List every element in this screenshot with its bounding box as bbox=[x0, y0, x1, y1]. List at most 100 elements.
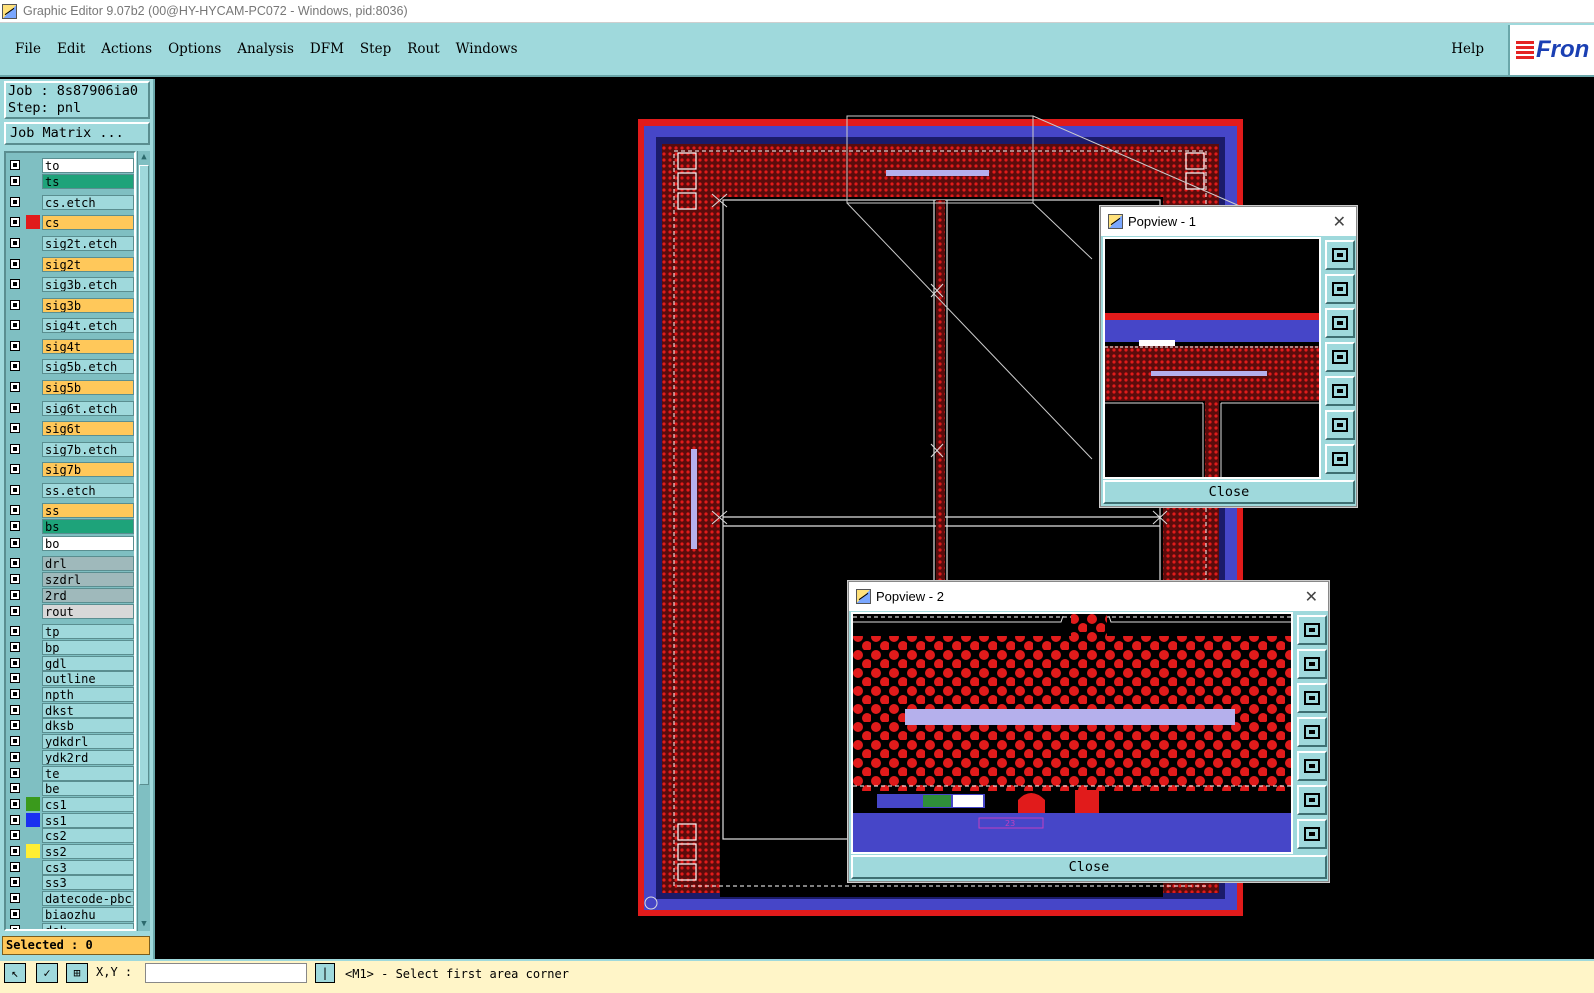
layer-checkbox[interactable] bbox=[10, 925, 20, 929]
layer-color-chip[interactable] bbox=[26, 572, 40, 586]
layer-color-chip[interactable] bbox=[26, 766, 40, 780]
layer-color-chip[interactable] bbox=[26, 401, 40, 415]
layer-checkbox[interactable] bbox=[10, 893, 20, 903]
popview-2-view[interactable]: 23 bbox=[851, 612, 1293, 854]
job-matrix-button[interactable]: Job Matrix ... bbox=[4, 122, 150, 145]
layer-row[interactable]: dkst bbox=[8, 702, 134, 718]
layer-checkbox[interactable] bbox=[10, 197, 20, 207]
layer-name[interactable]: cs.etch bbox=[42, 194, 134, 210]
layer-row[interactable]: ydk2rd bbox=[8, 749, 134, 765]
layer-name[interactable]: biaozhu bbox=[42, 906, 134, 922]
pan-down-icon[interactable] bbox=[1325, 308, 1355, 338]
layer-row[interactable]: sig7b.etch bbox=[8, 441, 134, 457]
layer-row[interactable]: sig4t bbox=[8, 338, 134, 354]
layer-color-chip[interactable] bbox=[26, 860, 40, 874]
layer-name[interactable]: sig6t.etch bbox=[42, 400, 134, 416]
layer-name[interactable]: rout bbox=[42, 603, 134, 619]
close-icon[interactable]: ✕ bbox=[1333, 212, 1346, 232]
layer-name[interactable]: cs bbox=[42, 214, 134, 230]
layer-color-chip[interactable] bbox=[26, 318, 40, 332]
layer-checkbox[interactable] bbox=[10, 505, 20, 515]
layer-checkbox[interactable] bbox=[10, 752, 20, 762]
pan-right-icon[interactable] bbox=[1325, 376, 1355, 406]
layer-checkbox[interactable] bbox=[10, 877, 20, 887]
layer-row[interactable]: drl bbox=[8, 555, 134, 571]
layer-checkbox[interactable] bbox=[10, 768, 20, 778]
layer-checkbox[interactable] bbox=[10, 642, 20, 652]
layer-checkbox[interactable] bbox=[10, 720, 20, 730]
layer-color-chip[interactable] bbox=[26, 257, 40, 271]
layer-checkbox[interactable] bbox=[10, 238, 20, 248]
layer-row[interactable]: cs3 bbox=[8, 859, 134, 875]
layer-color-chip[interactable] bbox=[26, 907, 40, 921]
layer-name[interactable]: to bbox=[42, 157, 134, 173]
layer-checkbox[interactable] bbox=[10, 736, 20, 746]
layer-name[interactable]: szdrl bbox=[42, 571, 134, 587]
pan-left-icon[interactable] bbox=[1297, 717, 1327, 747]
layer-row[interactable]: sig5b.etch bbox=[8, 358, 134, 374]
layer-name[interactable]: sig2t bbox=[42, 256, 134, 272]
layer-name[interactable]: sig3b.etch bbox=[42, 276, 134, 292]
layer-color-chip[interactable] bbox=[26, 781, 40, 795]
layer-color-chip[interactable] bbox=[26, 588, 40, 602]
layer-checkbox[interactable] bbox=[10, 606, 20, 616]
layer-color-chip[interactable] bbox=[26, 519, 40, 533]
layer-name[interactable]: sig3b bbox=[42, 297, 134, 313]
xy-field[interactable] bbox=[145, 963, 307, 983]
popview-1-close-button[interactable]: Close bbox=[1103, 480, 1355, 504]
layer-checkbox[interactable] bbox=[10, 909, 20, 919]
layer-name[interactable]: gdl bbox=[42, 655, 134, 671]
layer-row[interactable]: ss.etch bbox=[8, 482, 134, 498]
layer-name[interactable]: ss3 bbox=[42, 874, 134, 890]
layer-color-chip[interactable] bbox=[26, 195, 40, 209]
layer-row[interactable]: dksb bbox=[8, 717, 134, 733]
layer-name[interactable]: ss.etch bbox=[42, 482, 134, 498]
layer-checkbox[interactable] bbox=[10, 521, 20, 531]
menu-help[interactable]: Help bbox=[1451, 41, 1484, 57]
layer-name[interactable]: cs3 bbox=[42, 859, 134, 875]
check-tool-icon[interactable]: ✓ bbox=[36, 963, 58, 983]
layer-color-chip[interactable] bbox=[26, 503, 40, 517]
zoom-in-icon[interactable] bbox=[1325, 410, 1355, 440]
pan-up-icon[interactable] bbox=[1325, 274, 1355, 304]
layer-row[interactable]: sig5b bbox=[8, 379, 134, 395]
layer-name[interactable]: sig4t bbox=[42, 338, 134, 354]
layer-color-chip[interactable] bbox=[26, 624, 40, 638]
layer-color-chip[interactable] bbox=[26, 813, 40, 827]
layer-row[interactable]: cs bbox=[8, 214, 134, 230]
menu-analysis[interactable]: Analysis bbox=[237, 41, 294, 57]
menu-rout[interactable]: Rout bbox=[407, 41, 439, 57]
layer-color-chip[interactable] bbox=[26, 734, 40, 748]
layer-row[interactable]: sig3b.etch bbox=[8, 276, 134, 292]
scroll-thumb[interactable] bbox=[139, 165, 149, 785]
menu-file[interactable]: File bbox=[15, 41, 41, 57]
layer-color-chip[interactable] bbox=[26, 339, 40, 353]
layer-row[interactable]: ss2 bbox=[8, 843, 134, 859]
layer-checkbox[interactable] bbox=[10, 485, 20, 495]
layer-row[interactable]: be bbox=[8, 780, 134, 796]
pan-down-icon[interactable] bbox=[1297, 683, 1327, 713]
layer-color-chip[interactable] bbox=[26, 483, 40, 497]
layer-color-chip[interactable] bbox=[26, 844, 40, 858]
layer-color-chip[interactable] bbox=[26, 442, 40, 456]
layer-checkbox[interactable] bbox=[10, 279, 20, 289]
layer-name[interactable]: cs1 bbox=[42, 796, 134, 812]
pan-right-icon[interactable] bbox=[1297, 751, 1327, 781]
layer-checkbox[interactable] bbox=[10, 862, 20, 872]
zoom-out-icon[interactable] bbox=[1325, 444, 1355, 474]
pan-left-icon[interactable] bbox=[1325, 342, 1355, 372]
layer-color-chip[interactable] bbox=[26, 891, 40, 905]
layer-checkbox[interactable] bbox=[10, 423, 20, 433]
layer-row[interactable]: te bbox=[8, 765, 134, 781]
layer-color-chip[interactable] bbox=[26, 875, 40, 889]
layer-color-chip[interactable] bbox=[26, 604, 40, 618]
layer-color-chip[interactable] bbox=[26, 215, 40, 229]
layer-color-chip[interactable] bbox=[26, 687, 40, 701]
zoom-in-icon[interactable] bbox=[1297, 785, 1327, 815]
layer-row[interactable]: ts bbox=[8, 173, 134, 189]
layer-name[interactable]: sig5b bbox=[42, 379, 134, 395]
layer-color-chip[interactable] bbox=[26, 556, 40, 570]
layer-row[interactable]: sig4t.etch bbox=[8, 317, 134, 333]
menu-windows[interactable]: Windows bbox=[456, 41, 518, 57]
layer-row[interactable]: ydkdrl bbox=[8, 733, 134, 749]
